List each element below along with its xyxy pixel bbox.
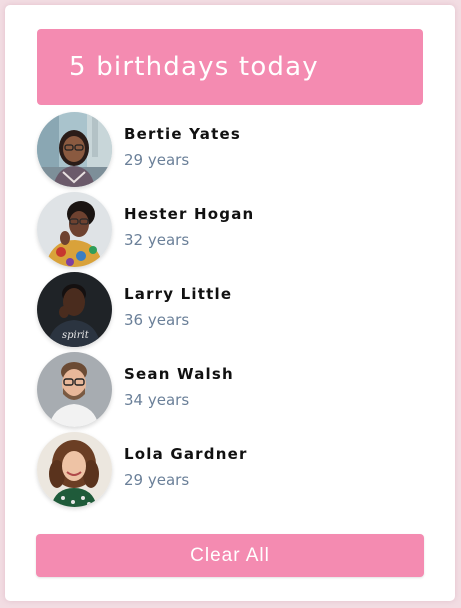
svg-text:spirit: spirit [62, 330, 90, 341]
person-info: Larry Little 36 years [124, 284, 232, 330]
person-info: Sean Walsh 34 years [124, 364, 234, 410]
clear-all-button[interactable]: Clear All [36, 534, 424, 577]
person-info: Hester Hogan 32 years [124, 204, 254, 250]
person-name: Larry Little [124, 285, 233, 303]
person-age: 32 years [124, 231, 190, 249]
person-age: 29 years [124, 151, 190, 169]
list-item: Bertie Yates 29 years [37, 109, 427, 189]
person-name: Bertie Yates [124, 125, 241, 143]
avatar [37, 351, 112, 427]
list-item: spirit Larry Little 36 years [37, 269, 427, 349]
person-age: 34 years [124, 391, 190, 409]
person-info: Lola Gardner 29 years [124, 444, 248, 490]
header-banner: 5 birthdays today [37, 29, 423, 105]
person-info: Bertie Yates 29 years [124, 124, 241, 170]
person-age: 36 years [124, 311, 190, 329]
list-item: Lola Gardner 29 years [37, 429, 427, 509]
avatar [37, 111, 112, 187]
birthday-card: 5 birthdays today Bertie Yates 29 years … [5, 5, 455, 601]
person-name: Sean Walsh [124, 365, 234, 383]
person-name: Lola Gardner [124, 445, 248, 463]
person-name: Hester Hogan [124, 205, 255, 223]
avatar: spirit [37, 271, 112, 347]
avatar [37, 431, 112, 507]
list-item: Sean Walsh 34 years [37, 349, 427, 429]
list-item: Hester Hogan 32 years [37, 189, 427, 269]
avatar [37, 191, 112, 267]
birthday-list: Bertie Yates 29 years Hester Hogan 32 ye… [37, 109, 427, 509]
header-title: 5 birthdays today [69, 52, 319, 82]
person-age: 29 years [124, 471, 190, 489]
